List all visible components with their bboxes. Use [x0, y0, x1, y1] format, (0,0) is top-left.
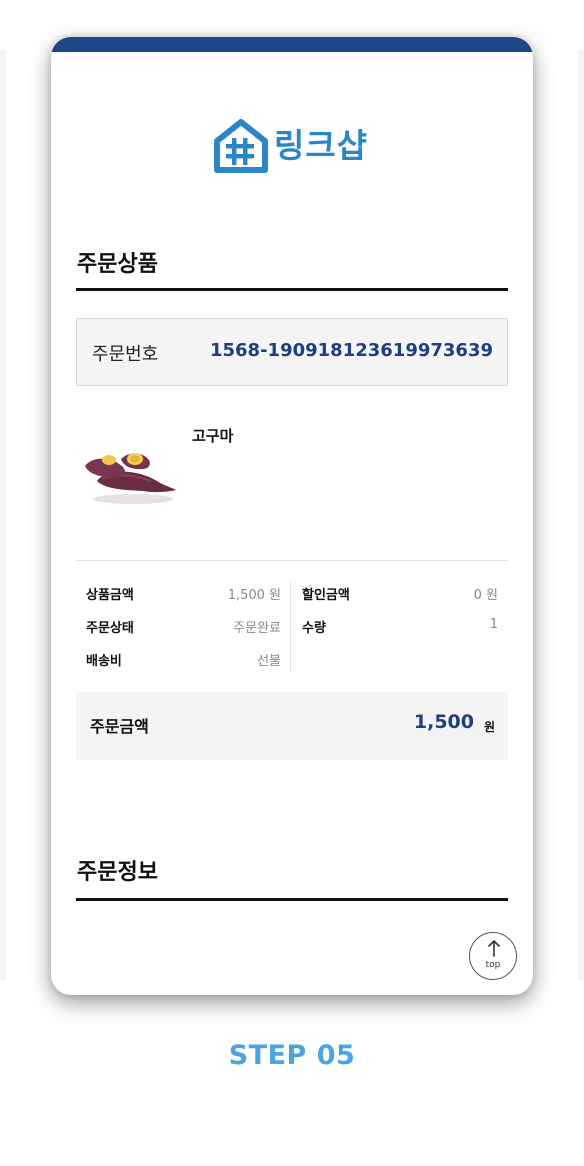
product-name[interactable]: 고구마	[192, 425, 233, 446]
order-number-value: 1568-190918123619973639	[209, 340, 493, 361]
product-amount-value: 1,500 원	[227, 588, 281, 603]
top-button-label: top	[485, 960, 501, 970]
brand-name: 링크샵	[274, 126, 369, 165]
order-total-amount: 1,500	[413, 711, 474, 733]
product-image[interactable]	[79, 435, 179, 507]
order-number-box: 주문번호 1568-190918123619973639	[76, 318, 508, 386]
shipping-label: 배송비	[86, 654, 122, 669]
order-total-label: 주문금액	[90, 717, 149, 736]
step-caption: STEP 05	[228, 1040, 356, 1071]
order-total-box: 주문금액 1,500 원	[76, 692, 508, 760]
quantity-label: 수량	[302, 621, 326, 636]
discount-value: 0 원	[473, 588, 498, 603]
order-info-title: 주문정보	[77, 860, 158, 885]
house-logo-icon	[214, 119, 268, 173]
quantity-value: 1	[489, 617, 498, 632]
scroll-to-top-button[interactable]: top	[469, 932, 517, 980]
product-amount-label: 상품금액	[86, 588, 134, 603]
order-items-title: 주문상품	[77, 252, 158, 277]
order-number-label: 주문번호	[92, 344, 159, 365]
discount-label: 할인금액	[302, 588, 350, 603]
sweet-potato-image	[85, 453, 176, 504]
status-bar	[51, 37, 533, 52]
order-status-label: 주문상태	[86, 621, 134, 636]
order-status-value: 주문완료	[233, 621, 281, 636]
order-total-unit: 원	[483, 720, 495, 734]
brand-logo[interactable]: 링크샵	[212, 118, 372, 174]
arrow-up-icon	[488, 940, 500, 957]
details-column-divider	[290, 582, 291, 672]
right-adjacent-screen-edge	[578, 50, 584, 980]
section-divider	[76, 288, 508, 291]
section-divider	[76, 898, 508, 901]
shipping-value: 선불	[257, 654, 281, 669]
phone-screen: 링크샵 주문상품 주문번호 1568-190918123619973639 고구…	[51, 37, 533, 995]
details-divider	[76, 560, 508, 561]
left-adjacent-screen-edge	[0, 50, 6, 980]
